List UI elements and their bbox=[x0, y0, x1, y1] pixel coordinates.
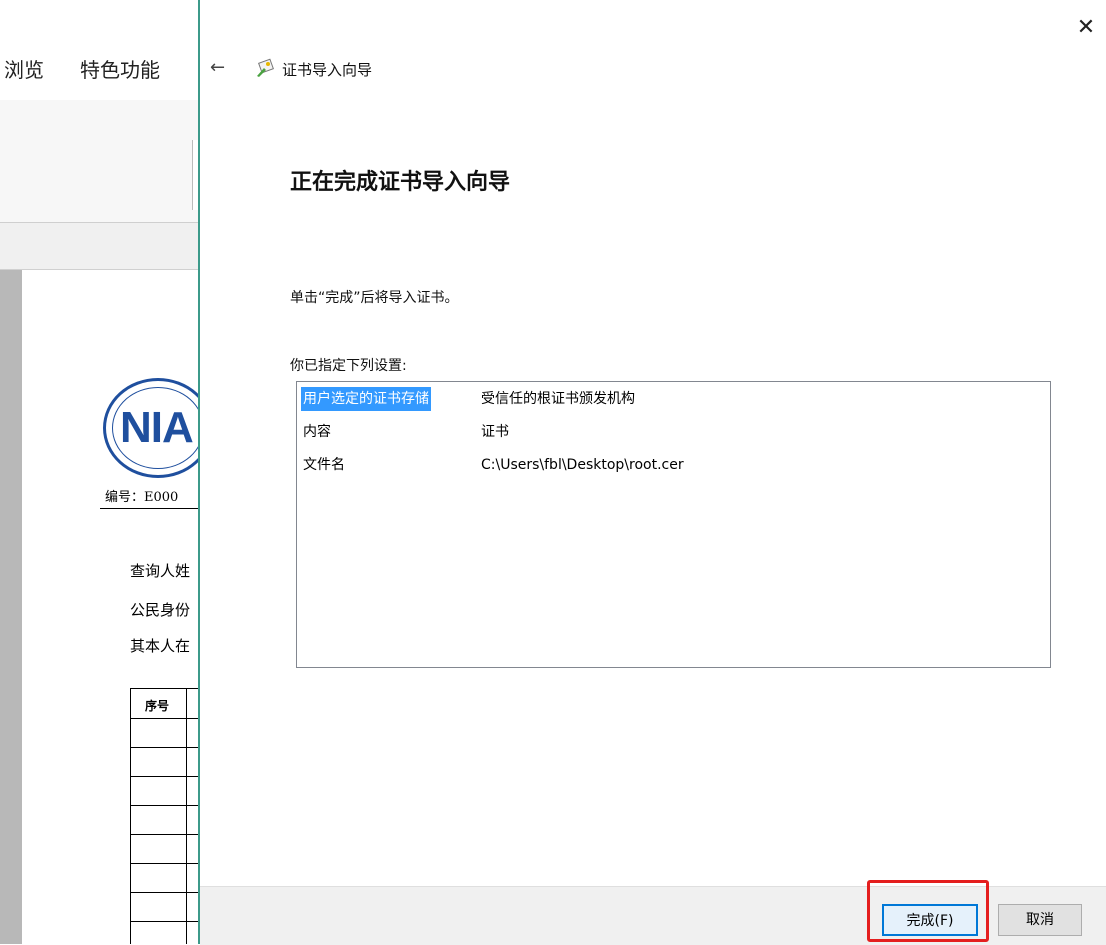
background-tab-strip bbox=[0, 223, 200, 270]
page-heading: 正在完成证书导入向导 bbox=[290, 170, 511, 195]
document-number: 编号：E000 bbox=[105, 490, 179, 505]
document-line: 其本人在 bbox=[130, 637, 191, 655]
settings-value: 证书 bbox=[481, 424, 509, 440]
menu-item-browse[interactable]: 浏览 bbox=[4, 54, 44, 83]
settings-value: C:\Users\fbl\Desktop\root.cer bbox=[481, 457, 684, 473]
background-toolbar bbox=[0, 100, 200, 223]
finish-button[interactable]: 完成(F) bbox=[882, 904, 978, 936]
cancel-button[interactable]: 取消 bbox=[998, 904, 1082, 936]
background-app-window: 浏览 特色功能 NIA 编号：E000 查询人姓 公民身份 其本人在 序号 bbox=[0, 0, 200, 944]
back-arrow-icon[interactable]: ← bbox=[210, 57, 225, 78]
settings-key: 内容 bbox=[303, 424, 331, 440]
certificate-import-wizard-dialog: ✕ ← 证书导入向导 正在完成证书导入向导 单击“完成”后将导入证书。 你已指定… bbox=[198, 0, 1106, 945]
instruction-text: 单击“完成”后将导入证书。 bbox=[290, 290, 459, 306]
wizard-title: 证书导入向导 bbox=[282, 61, 373, 79]
document-table: 序号 bbox=[130, 688, 200, 944]
background-menu-bar: 浏览 特色功能 bbox=[0, 0, 200, 101]
menu-item-features[interactable]: 特色功能 bbox=[80, 54, 160, 83]
seal-text: NIA bbox=[120, 403, 194, 452]
document-line: 公民身份 bbox=[130, 601, 191, 619]
settings-key: 文件名 bbox=[303, 457, 345, 473]
document-line: 查询人姓 bbox=[130, 562, 191, 580]
settings-list[interactable]: 用户选定的证书存储 受信任的根证书颁发机构 内容 证书 文件名 C:\Users… bbox=[296, 381, 1051, 668]
settings-key: 用户选定的证书存储 bbox=[301, 387, 431, 411]
settings-label: 你已指定下列设置: bbox=[290, 358, 407, 374]
settings-value: 受信任的根证书颁发机构 bbox=[481, 391, 635, 407]
close-icon[interactable]: ✕ bbox=[1074, 16, 1098, 40]
certificate-icon bbox=[257, 58, 274, 77]
document-number-underline bbox=[100, 508, 200, 509]
